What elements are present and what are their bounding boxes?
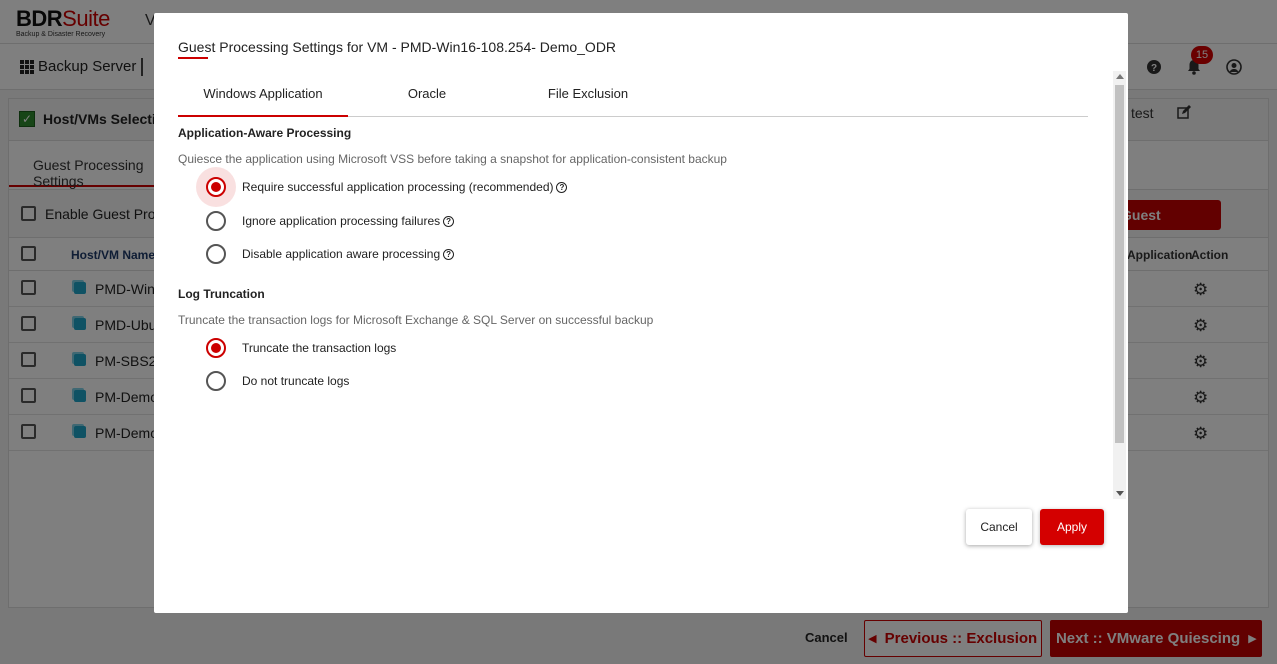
tab-windows-application[interactable]: Windows Application — [178, 81, 348, 117]
tab-oracle[interactable]: Oracle — [378, 81, 476, 117]
radio-button[interactable] — [206, 244, 226, 264]
scroll-down-arrow-icon[interactable] — [1116, 491, 1124, 496]
radio-require-app-processing[interactable]: Require successful application processin… — [196, 167, 568, 207]
radio-ignore-app-failures[interactable]: Ignore application processing failures ? — [206, 211, 455, 231]
cancel-button[interactable]: Cancel — [966, 509, 1032, 545]
help-icon[interactable]: ? — [443, 215, 455, 227]
guest-processing-settings-dialog: Guest Processing Settings for VM - PMD-W… — [154, 13, 1128, 613]
radio-button[interactable] — [206, 211, 226, 231]
app-aware-section-title: Application-Aware Processing — [178, 126, 352, 140]
scrollbar-thumb[interactable] — [1115, 85, 1124, 443]
help-icon[interactable]: ? — [443, 248, 455, 260]
radio-label: Ignore application processing failures — [242, 214, 441, 228]
dialog-scrollbar[interactable] — [1113, 71, 1126, 499]
radio-button[interactable] — [206, 177, 226, 197]
radio-label: Do not truncate logs — [242, 374, 350, 388]
dialog-scroll-area: Windows Application Oracle File Exclusio… — [154, 71, 1128, 499]
radio-button[interactable] — [206, 371, 226, 391]
help-icon[interactable]: ? — [556, 181, 568, 193]
radio-do-not-truncate[interactable]: Do not truncate logs — [206, 371, 349, 391]
radio-label: Require successful application processin… — [242, 180, 554, 194]
radio-label: Disable application aware processing — [242, 247, 441, 261]
dialog-tabs: Windows Application Oracle File Exclusio… — [178, 81, 1088, 117]
radio-disable-app-aware[interactable]: Disable application aware processing ? — [206, 244, 455, 264]
radio-truncate-logs[interactable]: Truncate the transaction logs — [206, 338, 396, 358]
log-truncation-description: Truncate the transaction logs for Micros… — [178, 313, 654, 327]
title-underline — [178, 57, 208, 59]
tab-file-exclusion[interactable]: File Exclusion — [534, 81, 642, 117]
radio-label: Truncate the transaction logs — [242, 341, 397, 355]
app-aware-description: Quiesce the application using Microsoft … — [178, 152, 727, 166]
log-truncation-section-title: Log Truncation — [178, 287, 265, 301]
scroll-up-arrow-icon[interactable] — [1116, 74, 1124, 79]
radio-button[interactable] — [206, 338, 226, 358]
dialog-title: Guest Processing Settings for VM - PMD-W… — [178, 39, 617, 55]
apply-button[interactable]: Apply — [1040, 509, 1104, 545]
